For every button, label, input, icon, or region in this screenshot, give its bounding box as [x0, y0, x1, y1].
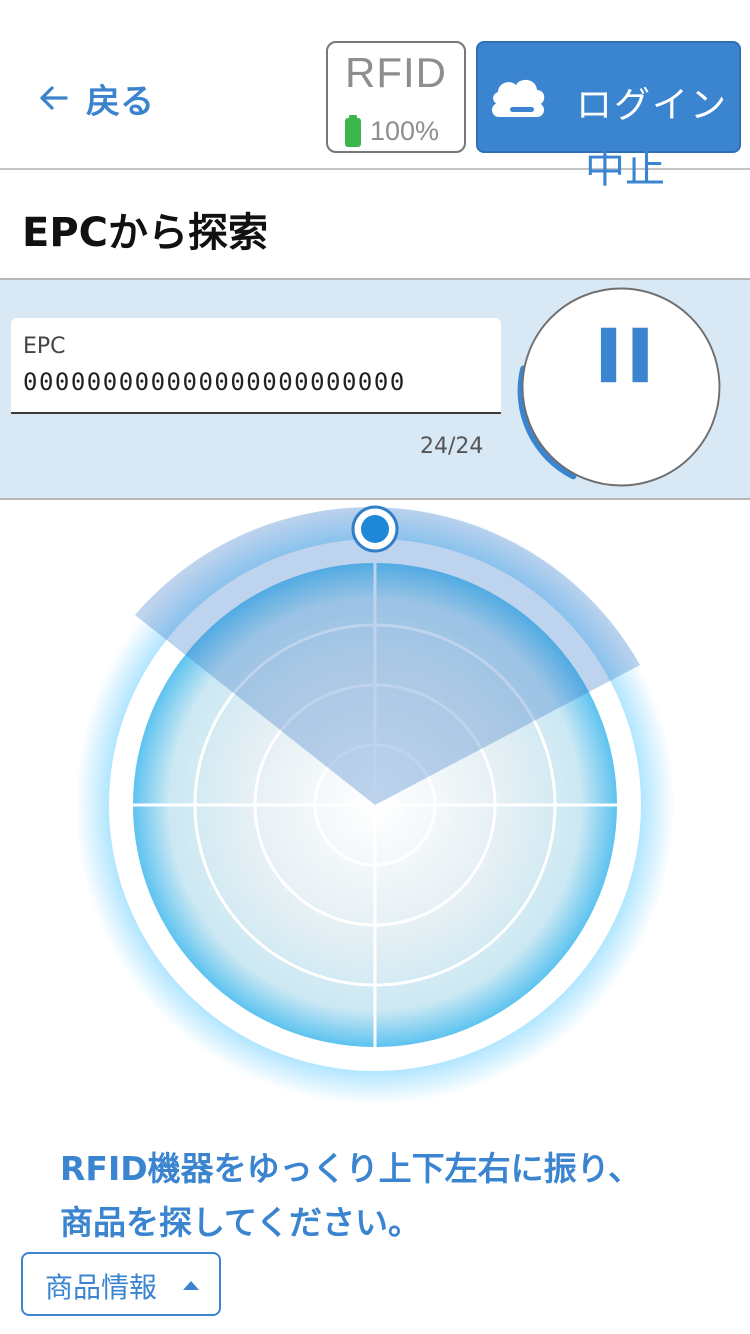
page-title: EPCから探索 — [22, 210, 268, 256]
cloud-icon — [492, 79, 545, 117]
back-label: 戻る — [86, 81, 154, 122]
rfid-status: RFID 100% — [326, 41, 466, 153]
rfid-label: RFID — [345, 49, 447, 96]
stop-button-circle — [521, 287, 721, 487]
instruction-line-2: 商品を探してください。 — [60, 1203, 422, 1242]
login-label: ログイン — [576, 85, 729, 126]
radar-display — [75, 505, 675, 1105]
epc-input[interactable]: EPC 000000000000000000000000 — [11, 318, 501, 414]
epc-field-value: 000000000000000000000000 — [23, 368, 406, 396]
battery-icon — [345, 115, 361, 147]
radar-marker-icon — [351, 505, 399, 553]
instruction-line-1: RFID機器をゆっくり上下左右に振り、 — [60, 1149, 642, 1188]
battery-status: 100% — [344, 115, 439, 147]
arrow-left-icon — [40, 86, 68, 110]
stop-button[interactable] — [512, 278, 730, 496]
search-instruction: RFID機器をゆっくり上下左右に振り、 商品を探してください。 — [60, 1142, 720, 1250]
back-button[interactable]: 戻る — [38, 72, 154, 124]
stop-label[interactable]: 中止 — [585, 136, 665, 194]
product-info-toggle[interactable]: 商品情報 — [21, 1252, 221, 1316]
epc-field-label: EPC — [23, 334, 66, 359]
battery-percent: 100% — [370, 115, 440, 146]
caret-up-icon — [183, 1281, 199, 1290]
product-info-label: 商品情報 — [45, 1271, 158, 1304]
epc-char-counter: 24/24 — [420, 434, 484, 459]
